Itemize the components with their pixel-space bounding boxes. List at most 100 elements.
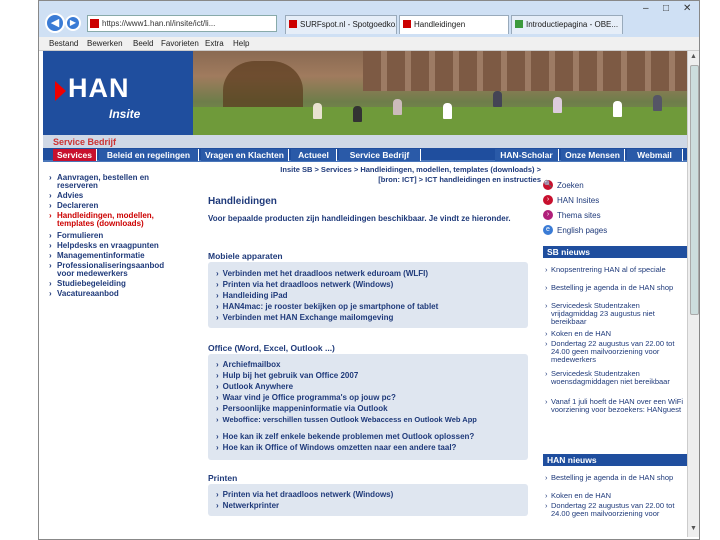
arrow-right-icon: ›: [216, 393, 219, 402]
left-menu-item[interactable]: › Helpdesks en vraagpunten: [49, 242, 177, 250]
arrow-right-icon: ›: [49, 191, 52, 200]
manual-link[interactable]: › Hoe kan ik zelf enkele bekende probleme…: [216, 432, 474, 441]
han-news-heading: HAN nieuws: [543, 454, 687, 466]
news-item[interactable]: › Bestelling je agenda in de HAN shop: [545, 284, 685, 292]
manual-link[interactable]: › Webofficе: verschillen tussen Outlook W…: [216, 415, 477, 424]
section-box-office: › Archiefmailbox › Hulp bij het gebruik va…: [208, 354, 528, 460]
section-heading-printen: Printen: [208, 473, 238, 483]
address-bar[interactable]: https://www1.han.nl/insite/ict/li...: [87, 15, 277, 32]
nav-actueel[interactable]: Actueel: [291, 149, 337, 161]
arrow-right-icon: ›: [49, 279, 52, 288]
nav-webmail[interactable]: Webmail: [627, 149, 683, 161]
menu-bestand[interactable]: Bestand: [49, 39, 78, 48]
tab-label: SURFspot.nl - Spotgoedko...: [300, 20, 397, 29]
arrow-right-icon: ›: [545, 397, 548, 406]
left-menu-item[interactable]: › Advies: [49, 192, 177, 200]
section-heading-office: Office (Word, Excel, Outlook ...): [208, 343, 335, 353]
menu-help[interactable]: Help: [233, 39, 249, 48]
arrow-right-icon: ›: [216, 269, 219, 278]
maximize-button[interactable]: □: [663, 3, 669, 14]
left-menu-item[interactable]: › Declareren: [49, 202, 177, 210]
manual-link[interactable]: › Outlook Anywhere: [216, 382, 293, 391]
section-heading-mobiele: Mobiele apparaten: [208, 251, 283, 261]
photo-person: [613, 101, 622, 117]
arrow-circle-icon[interactable]: ›: [543, 195, 553, 205]
nav-onze-mensen[interactable]: Onze Mensen: [561, 149, 625, 161]
arrow-right-icon: ›: [545, 369, 548, 378]
manual-link[interactable]: › Hulp bij het gebruik van Office 2007: [216, 371, 358, 380]
news-item[interactable]: › Koken en de HAN: [545, 492, 685, 500]
arrow-right-icon: ›: [49, 289, 52, 298]
left-menu-item[interactable]: › Professionaliseringsaanbod voor medewer…: [49, 262, 177, 278]
quick-link-han-insites[interactable]: HAN Insites: [557, 196, 599, 205]
menu-beeld[interactable]: Beeld: [133, 39, 153, 48]
manual-link[interactable]: › Archiefmailbox: [216, 360, 280, 369]
web-page: HAN Insite Service Bedrijf Services Bele…: [43, 51, 687, 537]
arrow-right-icon: ›: [216, 404, 219, 413]
left-menu-item[interactable]: › Managementinformatie: [49, 252, 177, 260]
breadcrumb[interactable]: Insite SB > Services > Handleidingen, mo…: [265, 165, 541, 185]
quick-link-english[interactable]: English pages: [557, 226, 607, 235]
news-item[interactable]: › Dondertag 22 augustus van 22.00 tot 24.…: [545, 502, 685, 518]
manual-link[interactable]: › Persoonlijke mappeninformatie via Outlo…: [216, 404, 388, 413]
scroll-down-icon[interactable]: ▼: [690, 525, 697, 532]
left-menu-item[interactable]: › Formulieren: [49, 232, 177, 240]
tab-surfspot[interactable]: SURFspot.nl - Spotgoedko...: [285, 15, 397, 34]
news-item[interactable]: › Bestelling je agenda in de HAN shop: [545, 474, 685, 482]
manual-link[interactable]: › Netwerkprinter: [216, 501, 279, 510]
news-item[interactable]: › Servicedesk Studentzaken woensdagmiddag…: [545, 370, 685, 386]
left-menu-item[interactable]: › Vacatureaanbod: [49, 290, 177, 298]
manual-link[interactable]: › Waar vind je Office programma's op jouw…: [216, 393, 396, 402]
menu-bar: Bestand Bewerken Beeld Favorieten Extra …: [39, 37, 699, 51]
han-logo[interactable]: HAN Insite: [43, 51, 193, 135]
news-item[interactable]: › Dondertag 22 augustus van 22.00 tot 24.…: [545, 340, 685, 364]
left-menu-item-active[interactable]: › Handleidingen, modellen, templates (dow…: [49, 212, 177, 228]
photo-person: [493, 91, 502, 107]
manual-link[interactable]: › Printen via het draadloos netwerk (Wind…: [216, 280, 393, 289]
sb-news-heading: SB nieuws: [543, 246, 687, 258]
left-menu-item[interactable]: › Aanvragen, bestellen en reserveren: [49, 174, 177, 190]
left-menu: › Aanvragen, bestellen en reserveren › Adv…: [43, 162, 187, 537]
address-text: https://www1.han.nl/insite/ict/li...: [102, 19, 216, 28]
manual-link[interactable]: › Printen via het draadloos netwerk (Wind…: [216, 490, 393, 499]
section-label[interactable]: Service Bedrijf: [53, 137, 116, 147]
minimize-button[interactable]: –: [643, 3, 649, 14]
tab-handleidingen[interactable]: Handleidingen: [399, 15, 509, 34]
nav-beleid[interactable]: Beleid en regelingen: [99, 149, 199, 161]
menu-bewerken[interactable]: Bewerken: [87, 39, 123, 48]
nav-han-scholar[interactable]: HAN-Scholar: [495, 149, 559, 161]
quick-link-zoeken[interactable]: Zoeken: [557, 181, 584, 190]
search-icon[interactable]: 🔍: [543, 180, 553, 190]
manual-link[interactable]: › HAN4mac: je rooster bekijken op je smar…: [216, 302, 438, 311]
menu-favorieten[interactable]: Favorieten: [161, 39, 199, 48]
photo-person: [653, 95, 662, 111]
vertical-scrollbar[interactable]: ▲ ▼: [687, 51, 699, 537]
forward-button[interactable]: ▶: [65, 15, 81, 31]
manual-link[interactable]: › Verbinden met het draadloos netwerk edu…: [216, 269, 428, 278]
news-item[interactable]: › Knopsentrering HAN al of speciale: [545, 266, 685, 274]
news-item[interactable]: › Servicedesk Studentzaken vrijdagmiddag …: [545, 302, 685, 326]
news-item[interactable]: › Vanaf 1 juli hoeft de HAN over een WiFi…: [545, 398, 685, 414]
arrow-right-icon: ›: [545, 501, 548, 510]
scroll-up-icon[interactable]: ▲: [690, 53, 697, 60]
quick-link-thema-sites[interactable]: Thema sites: [557, 211, 601, 220]
manual-link[interactable]: › Hoe kan ik Office of Windows omzetten n…: [216, 443, 456, 452]
arrow-circle-icon[interactable]: ›: [543, 210, 553, 220]
manual-link[interactable]: › Verbinden met HAN Exchange mailomgeving: [216, 313, 393, 322]
photo-person: [443, 103, 452, 119]
tab-introductiepagina[interactable]: Introductiepagina - OBE...: [511, 15, 623, 34]
nav-service-bedrijf[interactable]: Service Bedrijf: [339, 149, 421, 161]
arrow-right-icon: ›: [216, 415, 219, 424]
arrow-right-icon: ›: [545, 329, 548, 338]
english-flag-icon[interactable]: e: [543, 225, 553, 235]
menu-extra[interactable]: Extra: [205, 39, 224, 48]
browser-window: ◀ ▶ https://www1.han.nl/insite/ict/li...…: [38, 0, 700, 540]
manual-link[interactable]: › Handleiding iPad: [216, 291, 288, 300]
close-button[interactable]: ✕: [683, 3, 691, 14]
left-menu-item[interactable]: › Studiebegeleiding: [49, 280, 177, 288]
nav-services[interactable]: Services: [53, 149, 97, 161]
scroll-thumb[interactable]: [690, 65, 699, 315]
nav-vragen[interactable]: Vragen en Klachten: [201, 149, 289, 161]
back-button[interactable]: ◀: [45, 13, 65, 33]
news-item[interactable]: › Koken en de HAN: [545, 330, 685, 338]
